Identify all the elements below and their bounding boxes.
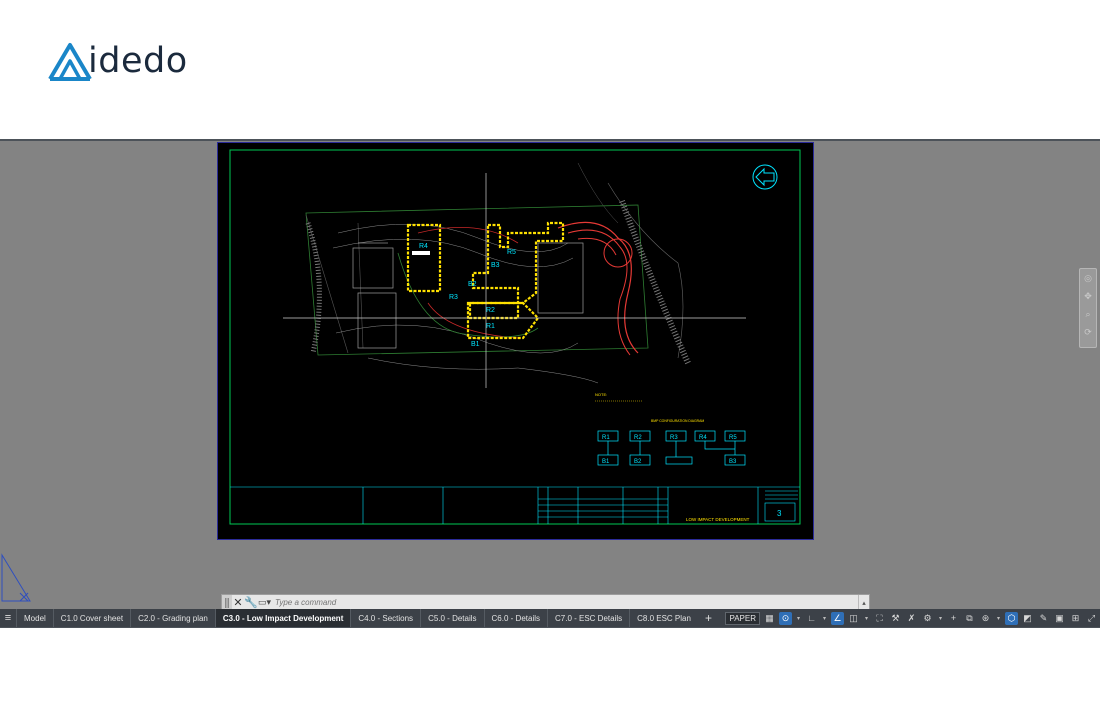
ortho-icon[interactable]: ∟ <box>805 612 818 625</box>
bmp-node-label: B3 <box>729 459 737 465</box>
drawing-sheet[interactable]: R4 R5 B3 B2 R3 R2 R1 B1 NOTE: BMP CONFIG… <box>217 142 814 540</box>
layout-tab[interactable]: C5.0 - Details <box>420 609 483 627</box>
plan-label: R2 <box>486 307 495 314</box>
layout-viewport[interactable]: R4 R5 B3 B2 R3 R2 R1 B1 NOTE: BMP CONFIG… <box>0 141 1100 611</box>
site-plan-drawing: R4 R5 B3 B2 R3 R2 R1 B1 NOTE: BMP CONFIG… <box>229 149 801 525</box>
selection-cycling-icon[interactable]: ⛶ <box>873 612 886 625</box>
recent-commands-icon[interactable]: ▭▾ <box>258 597 271 608</box>
bmp-node-label: R2 <box>634 435 642 441</box>
ucs-icon <box>1 553 31 602</box>
plan-label: R1 <box>486 323 495 330</box>
isolate-objects-icon[interactable]: ◩ <box>1021 612 1034 625</box>
dropdown-icon[interactable]: ▾ <box>863 612 870 625</box>
paper-space-toggle[interactable]: PAPER <box>725 611 760 625</box>
grid-icon[interactable]: ▦ <box>763 612 776 625</box>
pan-icon[interactable]: ✥ <box>1080 287 1096 305</box>
command-input[interactable] <box>275 595 858 610</box>
sheet-number: 3 <box>777 509 782 518</box>
fullscreen-icon[interactable]: ⤢ <box>1085 612 1098 625</box>
layout-tab-bar: ≡ Model C1.0 Cover sheet C2.0 - Grading pl… <box>0 609 1100 627</box>
dropdown-icon[interactable]: ▾ <box>821 612 828 625</box>
plan-label: R5 <box>507 249 516 256</box>
layout-tab[interactable]: C1.0 Cover sheet <box>52 609 130 627</box>
workspace-gear-icon[interactable]: ⚙ <box>921 612 934 625</box>
command-line-grip[interactable] <box>222 595 232 610</box>
customization-icon[interactable]: ⊞ <box>1069 612 1082 625</box>
aidedo-logo: idedo <box>46 40 188 84</box>
plan-label: B3 <box>491 262 500 269</box>
steering-wheel-icon[interactable]: ◎ <box>1080 269 1096 287</box>
plan-label: R3 <box>449 294 458 301</box>
dropdown-icon[interactable]: ▾ <box>937 612 944 625</box>
layout-tab[interactable]: C3.0 - Low Impact Development <box>214 609 351 627</box>
layout-tab[interactable]: C7.0 - ESC Details <box>547 609 629 627</box>
lock-ui-icon[interactable]: ⬡ <box>1005 611 1018 625</box>
osnap-icon[interactable]: ◫ <box>847 612 860 625</box>
bmp-node-label: B1 <box>602 459 610 465</box>
bmp-node-label: R5 <box>729 435 737 441</box>
logo-wordmark: idedo <box>88 41 188 81</box>
customize-wrench-icon[interactable]: 🔧 <box>244 596 258 609</box>
note-label: NOTE: <box>595 392 607 397</box>
bmp-node-label: R4 <box>699 435 707 441</box>
add-plus-icon[interactable]: + <box>947 612 960 625</box>
orbit-icon[interactable]: ⟳ <box>1080 323 1096 341</box>
bmp-diagram-title: BMP CONFIGURATION DIAGRAM <box>651 419 704 423</box>
plan-label: B2 <box>468 281 477 288</box>
dropdown-icon[interactable]: ▾ <box>795 612 802 625</box>
annotation-scale-icon[interactable]: ⚒ <box>889 612 902 625</box>
plan-label: R4 <box>419 243 428 250</box>
cad-application-window: R4 R5 B3 B2 R3 R2 R1 B1 NOTE: BMP CONFIG… <box>0 139 1100 628</box>
units-icon[interactable]: ⧉ <box>963 612 976 625</box>
status-bar-tools: PAPER ▦ ⊙ ▾ ∟ ▾ ∠ ◫ ▾ ⛶ ⚒ ✗ ⚙ ▾ + ⧉ ⊛ ▾ … <box>725 609 1098 627</box>
bmp-node-label: R3 <box>670 435 678 441</box>
dropdown-icon[interactable]: ▾ <box>995 612 1002 625</box>
new-layout-plus-icon[interactable]: + <box>698 611 719 625</box>
command-history-toggle[interactable]: ▴ <box>858 595 869 610</box>
sheet-title: LOW IMPACT DEVELOPMENT <box>686 517 750 522</box>
hardware-acceleration-icon[interactable]: ✎ <box>1037 612 1050 625</box>
bmp-node-label: R1 <box>602 435 610 441</box>
layout-tab[interactable]: Model <box>16 609 53 627</box>
polar-tracking-icon[interactable]: ∠ <box>831 611 844 625</box>
layout-tab[interactable]: C4.0 - Sections <box>350 609 420 627</box>
snap-icon[interactable]: ⊙ <box>779 611 792 625</box>
bmp-node-label: B2 <box>634 459 642 465</box>
plan-label: B1 <box>471 341 480 348</box>
logo-a-mark-icon <box>48 43 92 81</box>
layout-tab[interactable]: C8.0 ESC Plan <box>629 609 698 627</box>
annotation-visibility-icon[interactable]: ✗ <box>905 612 918 625</box>
navigation-bar[interactable]: ◎ ✥ ⌕ ⟳ <box>1079 268 1097 348</box>
north-arrow-icon <box>752 164 778 190</box>
hamburger-menu-icon[interactable]: ≡ <box>0 609 16 627</box>
quick-properties-icon[interactable]: ⊛ <box>979 612 992 625</box>
close-icon[interactable]: ✕ <box>232 596 244 609</box>
layout-tab[interactable]: C6.0 - Details <box>483 609 547 627</box>
layout-tab[interactable]: C2.0 - Grading plan <box>130 609 215 627</box>
zoom-icon[interactable]: ⌕ <box>1080 305 1096 323</box>
grip-icon <box>225 597 229 608</box>
clean-screen-icon[interactable]: ▣ <box>1053 612 1066 625</box>
